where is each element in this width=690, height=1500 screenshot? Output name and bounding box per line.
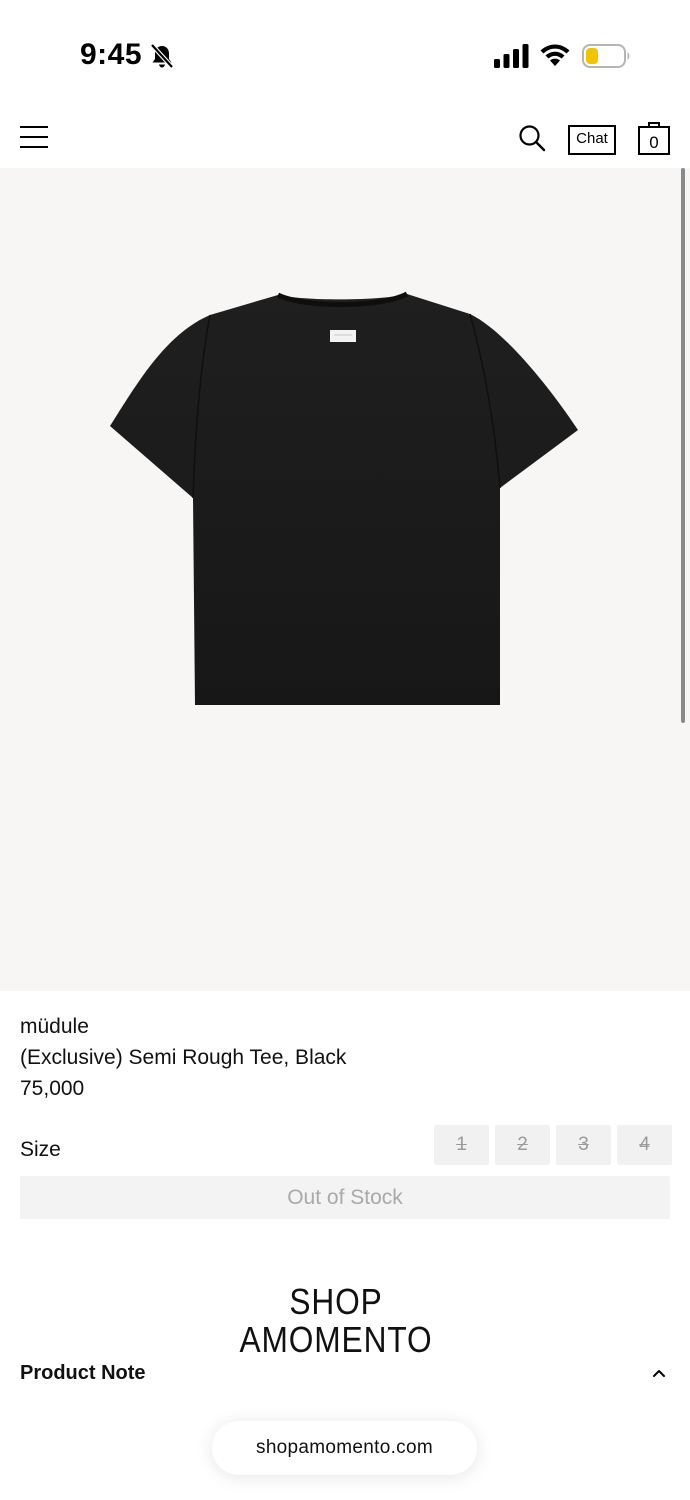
- product-info: müdule (Exclusive) Semi Rough Tee, Black…: [20, 1011, 670, 1104]
- chevron-up-icon: [653, 1370, 665, 1377]
- product-note-toggle[interactable]: Product Note: [20, 1362, 670, 1390]
- status-bar: 9:45: [0, 0, 690, 112]
- product-image[interactable]: [0, 168, 690, 991]
- site-header: Chat 0: [0, 112, 690, 168]
- product-note-label: Product Note: [20, 1362, 146, 1384]
- product-brand[interactable]: müdule: [20, 1011, 670, 1042]
- search-icon[interactable]: [518, 124, 546, 152]
- browser-url-bar[interactable]: shopamomento.com: [212, 1421, 477, 1475]
- product-page: 9:45 Chat 0 müdule (Exclusive) Semi Roug…: [0, 0, 690, 1500]
- cart-count: 0: [649, 133, 659, 152]
- size-options: 1 2 3 4: [434, 1125, 672, 1165]
- product-name: (Exclusive) Semi Rough Tee, Black: [20, 1046, 347, 1069]
- battery-icon: [582, 44, 630, 68]
- menu-icon[interactable]: [20, 124, 50, 150]
- status-time: 9:45: [80, 38, 143, 71]
- scrollbar[interactable]: [681, 168, 685, 723]
- shop-logo-line-2: AMOMENTO: [239, 1319, 433, 1360]
- size-option-3[interactable]: 3: [556, 1125, 611, 1165]
- out-of-stock-button[interactable]: Out of Stock: [20, 1176, 670, 1219]
- size-option-2[interactable]: 2: [495, 1125, 550, 1165]
- shop-logo: SHOP AMOMENTO: [208, 1283, 465, 1359]
- signal-icon: [494, 44, 529, 68]
- chat-button[interactable]: Chat: [568, 125, 616, 155]
- product-price: 75,000: [20, 1077, 85, 1100]
- shop-logo-line-1: SHOP: [289, 1281, 383, 1322]
- size-option-4[interactable]: 4: [617, 1125, 672, 1165]
- black-tshirt-image: [110, 291, 578, 705]
- bell-slash-icon: [150, 43, 174, 69]
- wifi-icon: [540, 44, 570, 66]
- size-label: Size: [20, 1138, 61, 1161]
- size-option-1[interactable]: 1: [434, 1125, 489, 1165]
- cart-button[interactable]: 0: [638, 120, 670, 156]
